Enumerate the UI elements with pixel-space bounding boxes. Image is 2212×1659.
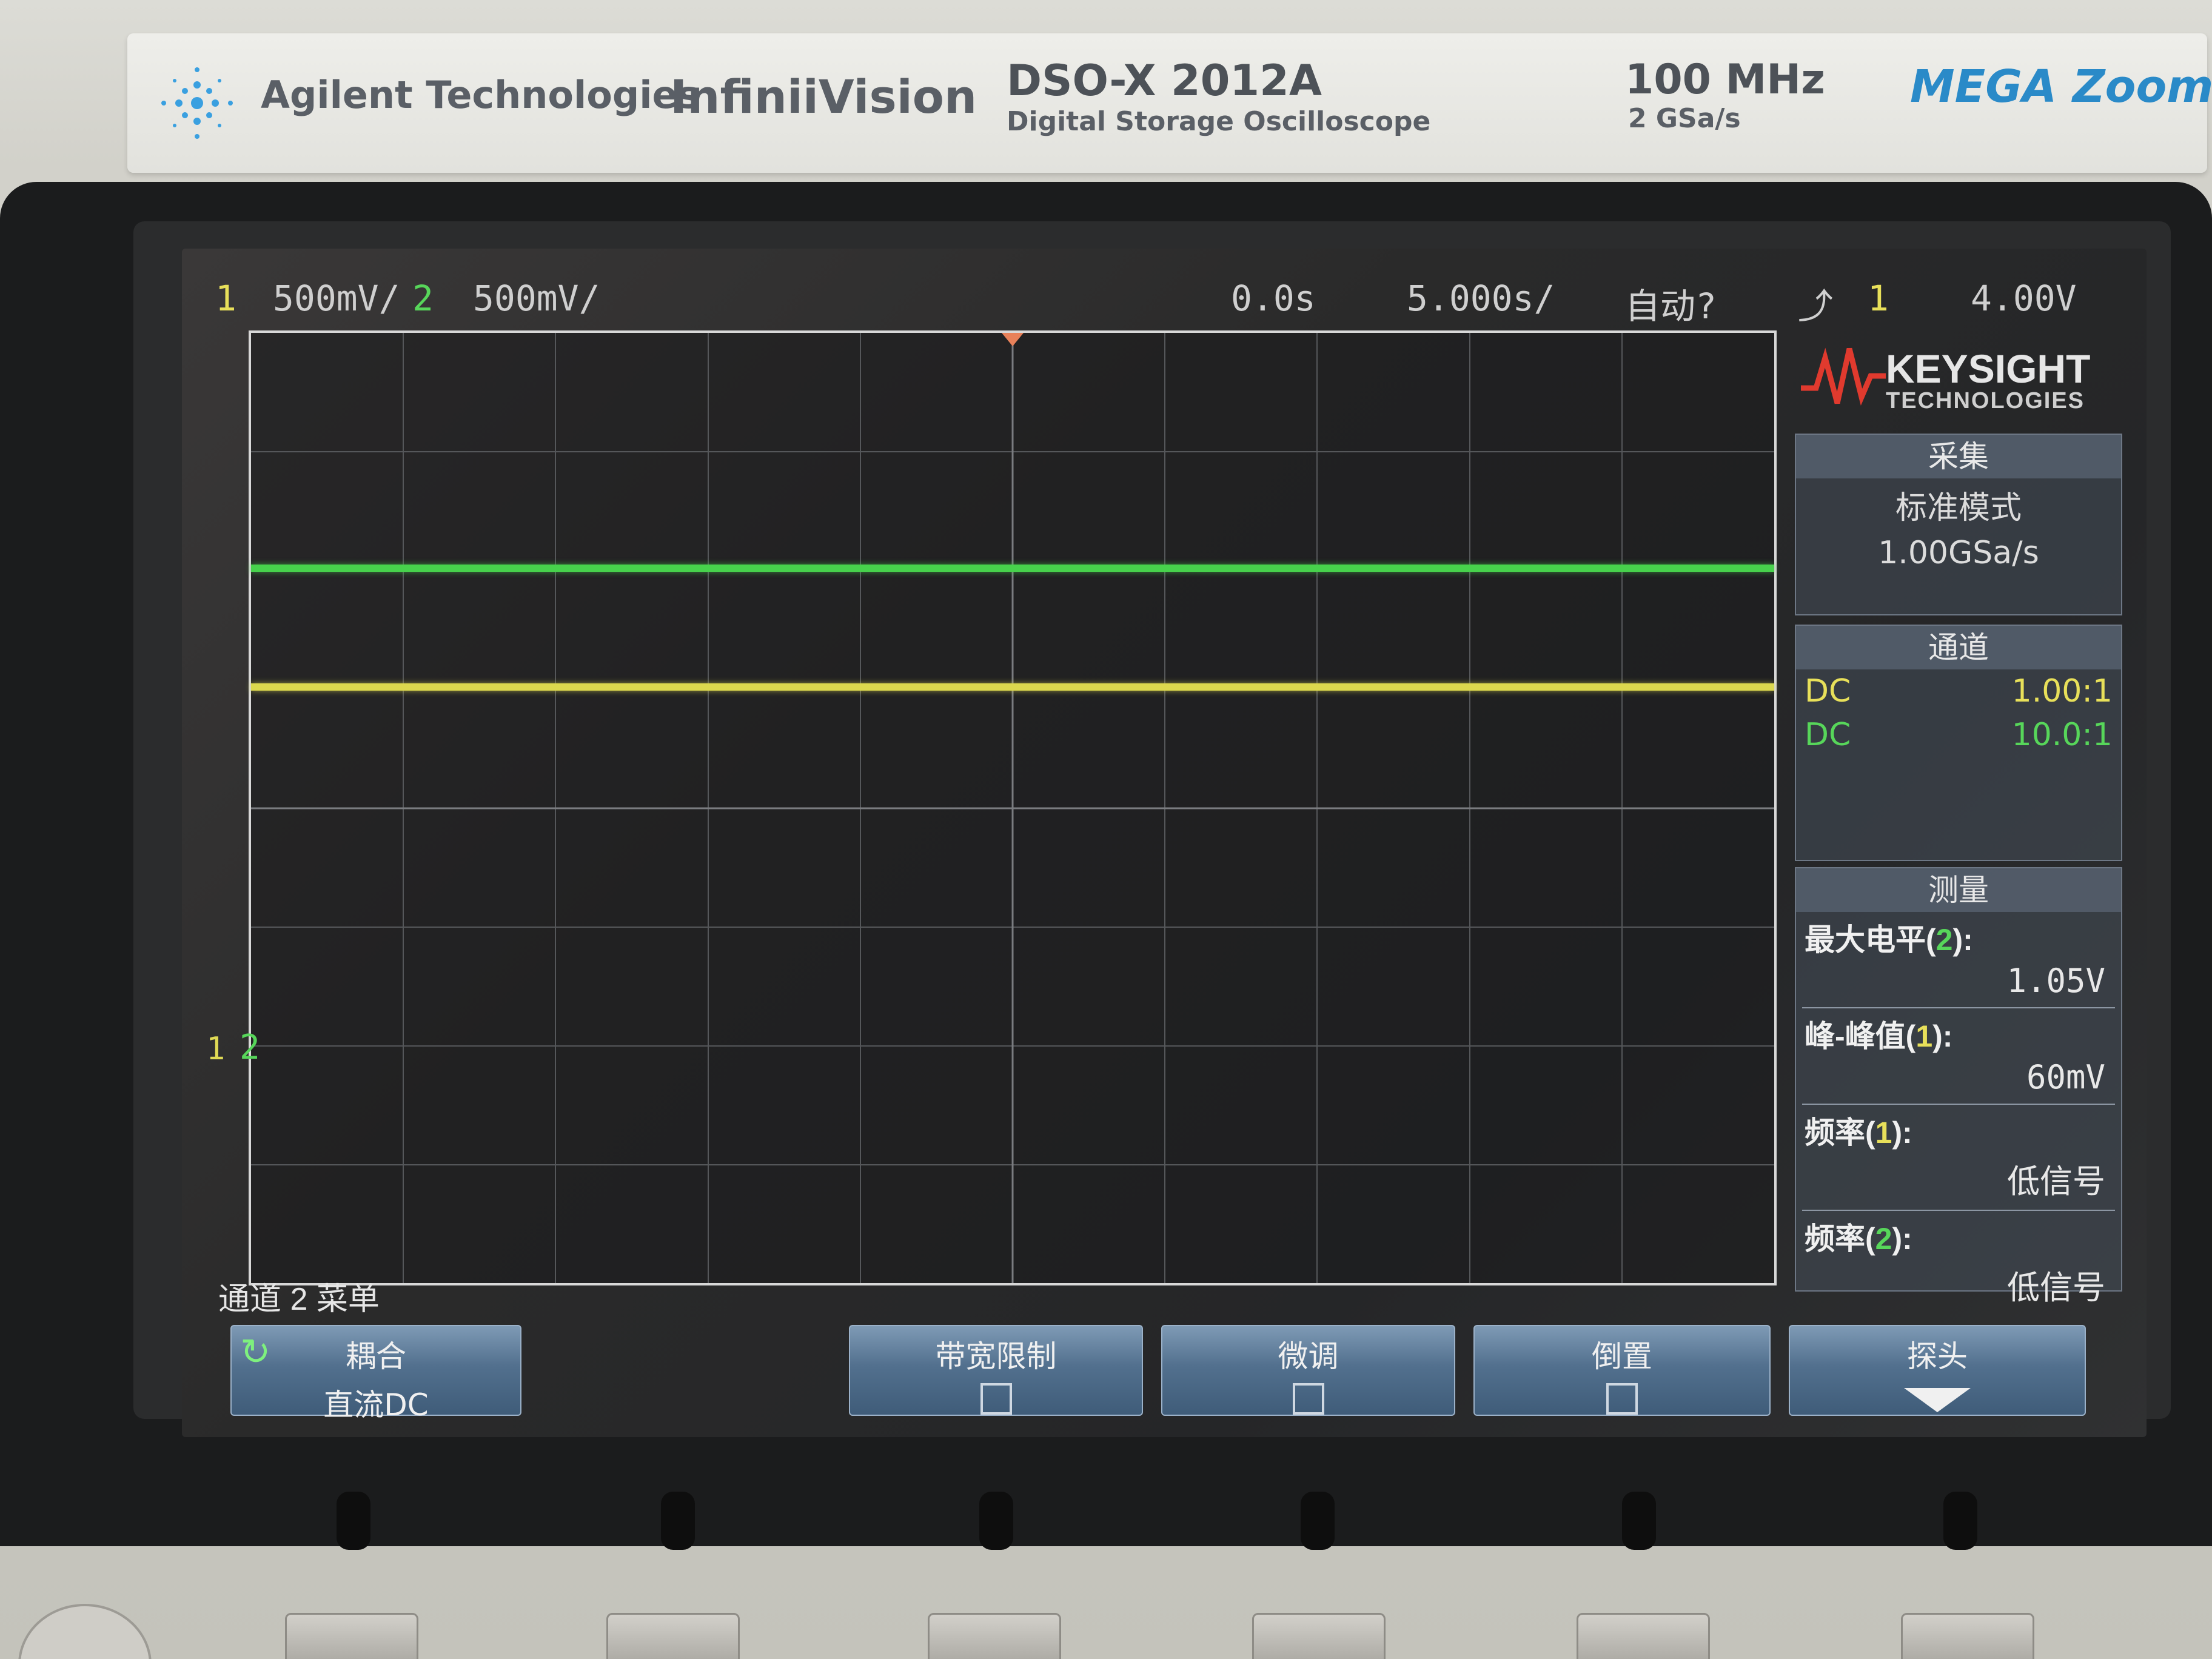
- ch1-number[interactable]: 1: [215, 278, 236, 319]
- channel-panel-title: 通道: [1796, 626, 2121, 669]
- softkey-coupling[interactable]: ↻ 耦合 直流DC: [230, 1325, 521, 1423]
- softkey-value: 直流DC: [323, 1387, 429, 1423]
- time-scale[interactable]: 5.000s/: [1407, 278, 1555, 319]
- measurement-name: 频率: [1805, 1116, 1865, 1150]
- ch1-ground-marker[interactable]: 1: [206, 1031, 225, 1067]
- agilent-spark-icon: [161, 67, 233, 139]
- acquisition-panel-title: 采集: [1796, 435, 2121, 478]
- trigger-position-marker[interactable]: [1002, 333, 1024, 346]
- model-subtitle: Digital Storage Oscilloscope: [1007, 106, 1431, 137]
- softkey-probe[interactable]: 探头: [1789, 1325, 2086, 1416]
- measurement-name: 频率: [1805, 1222, 1865, 1256]
- acquisition-rate: 1.00GSa/s: [1878, 535, 2039, 571]
- softkey-bandwidth-limit[interactable]: 带宽限制: [849, 1325, 1143, 1416]
- hardware-softkey-5[interactable]: [1622, 1492, 1656, 1550]
- hardware-softkey-6[interactable]: [1943, 1492, 1977, 1550]
- measurement-name: 峰-峰值: [1805, 1019, 1906, 1053]
- acquisition-panel[interactable]: 采集 标准模式 1.00GSa/s: [1795, 434, 2122, 615]
- measurement-channel: 1: [1875, 1116, 1892, 1150]
- cycle-icon: ↻: [240, 1331, 271, 1373]
- info-sidebar: KEYSIGHT TECHNOLOGIES 采集 标准模式 1.00GSa/s …: [1789, 327, 2128, 1307]
- checkbox-icon: [980, 1383, 1012, 1415]
- ch2-number[interactable]: 2: [412, 278, 434, 319]
- trigger-source[interactable]: 1: [1868, 278, 1889, 319]
- measurement-channel: 2: [1936, 923, 1953, 957]
- softkey-label: 耦合: [346, 1339, 406, 1374]
- bandwidth-label: 100 MHz: [1625, 56, 1825, 104]
- trigger-mode[interactable]: 自动?: [1625, 278, 1717, 329]
- acquisition-mode: 标准模式: [1895, 490, 2022, 526]
- measurement-label: 频率(1):: [1805, 1116, 1912, 1150]
- manufacturer-name: Agilent Technologies: [261, 73, 700, 117]
- softkey-label: 探头: [1907, 1339, 1968, 1374]
- ch1-probe-ratio: 1.00:1: [2011, 673, 2113, 709]
- channel-row: DC 10.0:1: [1796, 713, 2121, 757]
- checkbox-icon: [1606, 1383, 1638, 1415]
- measure-panel-title: 测量: [1796, 868, 2121, 912]
- trigger-level[interactable]: 4.00V: [1971, 278, 2077, 319]
- channel-panel[interactable]: 通道 DC 1.00:1 DC 10.0:1: [1795, 625, 2122, 861]
- ch2-trace: [251, 565, 1774, 572]
- arrow-down-icon: [1904, 1388, 1971, 1412]
- sample-rate-label: 2 GSa/s: [1628, 103, 1741, 134]
- rising-edge-icon: ⤴: [1798, 286, 1834, 327]
- ch2-probe-ratio: 10.0:1: [2011, 717, 2113, 753]
- softkey-label: 微调: [1278, 1339, 1339, 1374]
- series-name: InfiniiVision: [670, 70, 977, 124]
- measurement-label: 频率(2):: [1805, 1222, 1912, 1256]
- ch2-ground-marker[interactable]: 2: [240, 1028, 260, 1067]
- keysight-logo-text: KEYSIGHT: [1886, 346, 2091, 391]
- checkbox-icon: [1292, 1383, 1324, 1415]
- waveform-graticule[interactable]: [249, 330, 1777, 1285]
- status-bar: 1 500mV/ 2 500mV/ 0.0s 5.000s/ 自动? ⤴ 1 4…: [182, 249, 2147, 327]
- oscilloscope-screen: 1 500mV/ 2 500mV/ 0.0s 5.000s/ 自动? ⤴ 1 4…: [182, 249, 2147, 1437]
- measurement-label: 峰-峰值(1):: [1805, 1019, 1953, 1053]
- hardware-button[interactable]: [606, 1613, 740, 1659]
- grid-lines: [251, 333, 1774, 1283]
- hardware-button[interactable]: [928, 1613, 1061, 1659]
- measurement-value: 60mV: [1802, 1056, 2115, 1105]
- hardware-button[interactable]: [285, 1613, 418, 1659]
- time-delay[interactable]: 0.0s: [1231, 278, 1316, 319]
- hardware-button[interactable]: [1252, 1613, 1386, 1659]
- measurement-value: 低信号: [2007, 1269, 2105, 1307]
- softkey-label: 带宽限制: [935, 1339, 1057, 1374]
- softkey-menu-title: 通道 2 菜单: [218, 1282, 380, 1317]
- measurement-value: 低信号: [1802, 1152, 2115, 1211]
- ch1-trace: [251, 683, 1774, 691]
- channel-row: DC 1.00:1: [1796, 669, 2121, 713]
- measurement-value: 1.05V: [1802, 959, 2115, 1008]
- keysight-logo-subtext: TECHNOLOGIES: [1886, 388, 2085, 414]
- model-name: DSO-X 2012A: [1007, 56, 1322, 106]
- hardware-softkey-2[interactable]: [661, 1492, 695, 1550]
- hardware-softkey-3[interactable]: [979, 1492, 1013, 1550]
- hardware-button[interactable]: [1901, 1613, 2034, 1659]
- ch1-scale[interactable]: 500mV/: [273, 278, 400, 319]
- hardware-softkey-1[interactable]: [337, 1492, 370, 1550]
- measurement-channel: 1: [1915, 1019, 1933, 1053]
- ch1-coupling: DC: [1805, 673, 1851, 709]
- softkey-invert[interactable]: 倒置: [1473, 1325, 1771, 1416]
- ch2-scale[interactable]: 500mV/: [473, 278, 600, 319]
- hardware-button[interactable]: [1577, 1613, 1710, 1659]
- measure-panel[interactable]: 测量 最大电平(2): 1.05V 峰-峰值(1): 60mV 频率(1): 低…: [1795, 867, 2122, 1307]
- measurement-label: 最大电平(2):: [1805, 923, 1973, 957]
- megazoom-logo: MEGA Zoom: [1910, 61, 2212, 113]
- hardware-softkey-4[interactable]: [1301, 1492, 1335, 1550]
- softkey-label: 倒置: [1592, 1339, 1652, 1374]
- measurement-name: 最大电平: [1805, 923, 1926, 957]
- ch2-coupling: DC: [1805, 717, 1851, 753]
- softkey-fine[interactable]: 微调: [1161, 1325, 1455, 1416]
- measurement-channel: 2: [1875, 1222, 1892, 1256]
